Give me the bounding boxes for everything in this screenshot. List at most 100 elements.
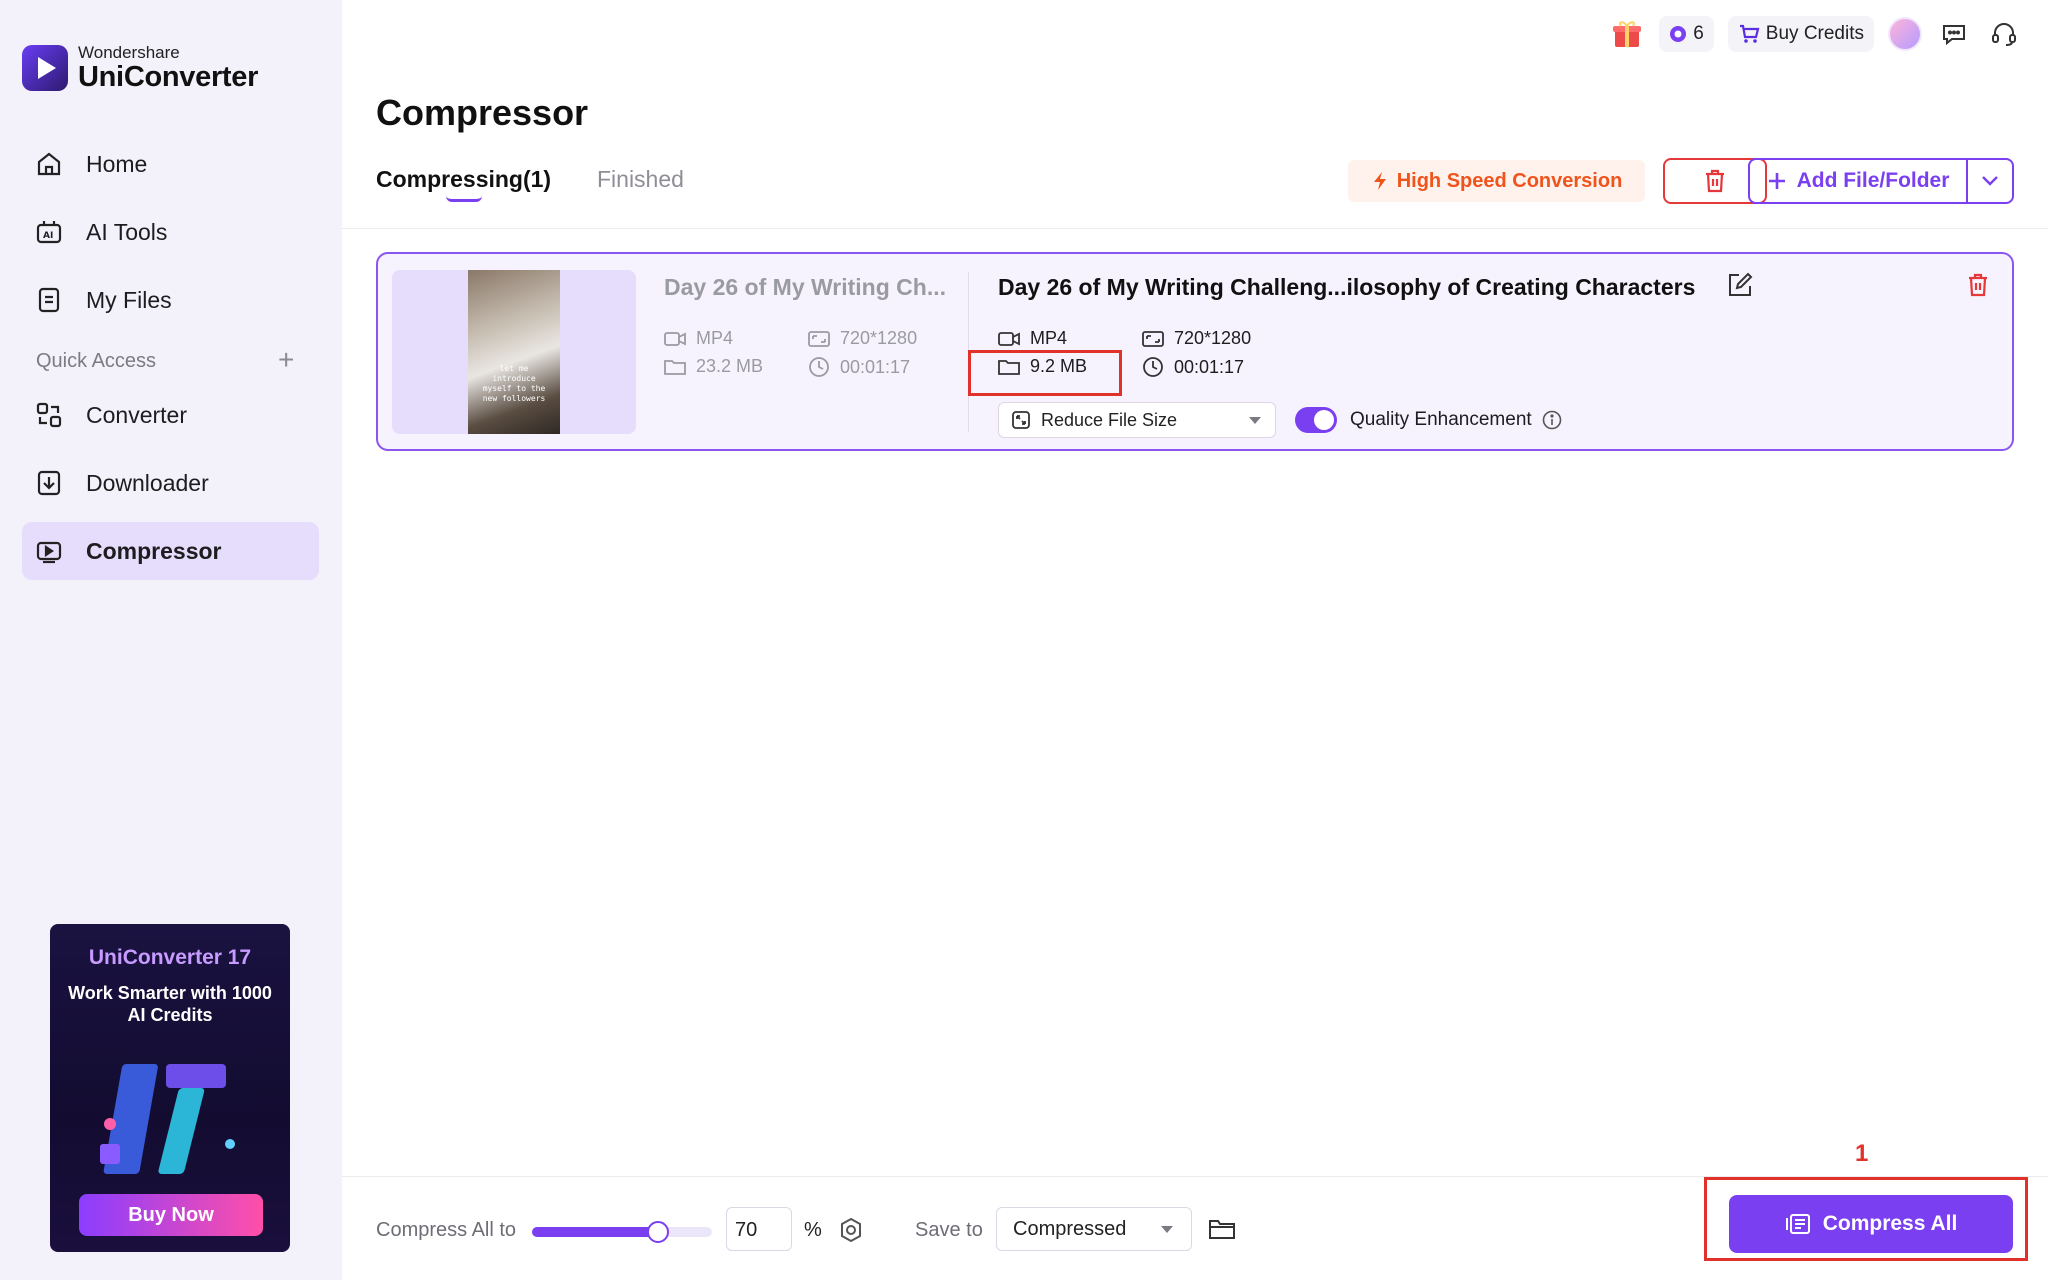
annotation-number: 1: [1855, 1140, 1869, 1167]
sidebar-item-label: Converter: [86, 401, 187, 428]
page-title: Compressor: [376, 92, 589, 133]
compression-preset-select[interactable]: Reduce File Size: [998, 402, 1276, 438]
tab-compressing[interactable]: Compressing(1): [376, 166, 551, 193]
sidebar-item-converter[interactable]: Converter: [22, 386, 319, 444]
quality-enhancement-toggle[interactable]: [1295, 407, 1337, 433]
open-folder-icon[interactable]: [1208, 1217, 1236, 1246]
chevron-down-icon: [1982, 176, 1998, 186]
sidebar-item-downloader[interactable]: Downloader: [22, 454, 319, 512]
output-resolution: 720*1280: [1142, 328, 1251, 349]
home-icon: [34, 149, 64, 179]
avatar[interactable]: [1888, 17, 1922, 51]
message-icon[interactable]: [1936, 16, 1972, 52]
sidebar-item-label: Compressor: [86, 537, 222, 564]
gift-icon[interactable]: [1609, 16, 1645, 52]
promo-banner[interactable]: UniConverter 17 Work Smarter with 1000 A…: [50, 924, 290, 1252]
sidebar-item-compressor[interactable]: Compressor: [22, 522, 319, 580]
thumbnail-image: let me introduce myself to the new follo…: [468, 270, 560, 434]
bottom-bar: Compress All to 70 % Save to Compressed …: [342, 1176, 2048, 1280]
header-divider: [342, 228, 2048, 229]
source-file-name: Day 26 of My Writing Ch...: [664, 274, 946, 300]
add-file-folder-label: Add File/Folder: [1796, 169, 1950, 192]
credits-count: 6: [1693, 23, 1704, 44]
tab-finished[interactable]: Finished: [597, 166, 684, 193]
video-icon: [998, 331, 1020, 346]
sidebar: Wondershare UniConverter Home AI AI Tool…: [0, 0, 342, 1280]
caret-down-icon: [1161, 1225, 1173, 1233]
cart-icon: [1739, 24, 1760, 43]
compress-ratio-slider[interactable]: [532, 1221, 712, 1243]
converter-icon: [34, 400, 64, 430]
promo-illustration: [100, 1064, 235, 1174]
buy-now-button[interactable]: Buy Now: [79, 1194, 263, 1236]
active-tab-indicator: [446, 196, 482, 202]
credits-badge[interactable]: 6: [1659, 16, 1714, 52]
settings-icon[interactable]: [838, 1217, 864, 1248]
high-speed-conversion-label: High Speed Conversion: [1396, 169, 1623, 192]
svg-text:AI: AI: [43, 231, 53, 241]
compressor-icon: [34, 536, 64, 566]
promo-title: UniConverter 17: [88, 946, 252, 969]
save-to-label: Save to: [915, 1219, 983, 1241]
buy-credits-button[interactable]: Buy Credits: [1727, 16, 1874, 52]
high-speed-conversion-button[interactable]: High Speed Conversion: [1348, 160, 1645, 202]
save-to-select[interactable]: Compressed: [996, 1207, 1192, 1251]
sidebar-item-label: AI Tools: [86, 218, 168, 245]
slider-handle[interactable]: [647, 1221, 669, 1243]
compress-all-icon: [1785, 1214, 1810, 1234]
add-file-folder-button[interactable]: Add File/Folder: [1748, 158, 2014, 204]
output-duration: 00:01:17: [1142, 356, 1244, 378]
edit-name-icon[interactable]: [1727, 272, 1753, 303]
info-icon[interactable]: [1542, 410, 1562, 430]
compress-preset-icon: [1012, 411, 1030, 429]
sidebar-item-label: My Files: [86, 286, 172, 313]
output-file-name: Day 26 of My Writing Challeng...ilosophy…: [998, 274, 1696, 300]
sidebar-item-label: Home: [86, 150, 148, 177]
sidebar-item-ai-tools[interactable]: AI AI Tools: [22, 203, 319, 261]
credits-icon: [1670, 26, 1687, 42]
ai-tools-icon: AI: [34, 217, 64, 247]
compress-all-label: Compress All: [1822, 1212, 1958, 1235]
add-file-dropdown[interactable]: [1968, 160, 2012, 202]
quality-enhancement-label: Quality Enhancement: [1350, 409, 1532, 430]
brand-name: Wondershare: [78, 43, 180, 62]
source-size: 23.2 MB: [664, 356, 763, 377]
remove-file-icon[interactable]: [1966, 272, 1990, 303]
buy-credits-label: Buy Credits: [1765, 23, 1864, 44]
output-size-annotation-box: [968, 350, 1122, 396]
source-resolution: 720*1280: [808, 328, 917, 349]
compress-all-to-label: Compress All to: [376, 1219, 517, 1241]
product-name: UniConverter: [78, 61, 259, 93]
resolution-icon: [808, 330, 830, 347]
folder-icon: [664, 359, 686, 375]
sidebar-item-home[interactable]: Home: [22, 135, 319, 193]
headset-support-icon[interactable]: [1986, 16, 2022, 52]
downloader-icon: [34, 468, 64, 498]
compress-all-button[interactable]: Compress All: [1729, 1195, 2013, 1253]
uniconverter-logo-icon: [22, 45, 68, 91]
video-icon: [664, 331, 686, 346]
file-item-card[interactable]: let me introduce myself to the new follo…: [376, 252, 2014, 451]
clock-icon: [809, 357, 829, 377]
thumbnail-caption: let me introduce myself to the new follo…: [482, 364, 546, 403]
add-quick-access-button[interactable]: +: [278, 344, 294, 376]
quality-enhancement: Quality Enhancement: [1350, 409, 1562, 431]
percent-unit: %: [804, 1219, 822, 1241]
source-duration: 00:01:17: [808, 356, 910, 378]
compress-percent-input[interactable]: 70: [726, 1207, 792, 1251]
sidebar-item-label: Downloader: [86, 469, 209, 496]
file-icon: [34, 285, 64, 315]
promo-subtitle: Work Smarter with 1000 AI Credits: [68, 983, 272, 1025]
trash-icon: [1706, 169, 1724, 193]
top-bar: 6 Buy Credits: [1609, 16, 2022, 52]
app-logo[interactable]: Wondershare UniConverter: [22, 44, 258, 92]
save-to-value: Compressed: [1013, 1217, 1127, 1240]
source-format: MP4: [664, 328, 733, 349]
slider-fill: [532, 1227, 658, 1237]
plus-icon: [1768, 173, 1785, 189]
video-thumbnail[interactable]: let me introduce myself to the new follo…: [392, 270, 636, 434]
sidebar-item-my-files[interactable]: My Files: [22, 271, 319, 329]
lightning-icon: [1373, 172, 1386, 190]
caret-down-icon: [1249, 416, 1261, 424]
resolution-icon: [1142, 330, 1164, 347]
